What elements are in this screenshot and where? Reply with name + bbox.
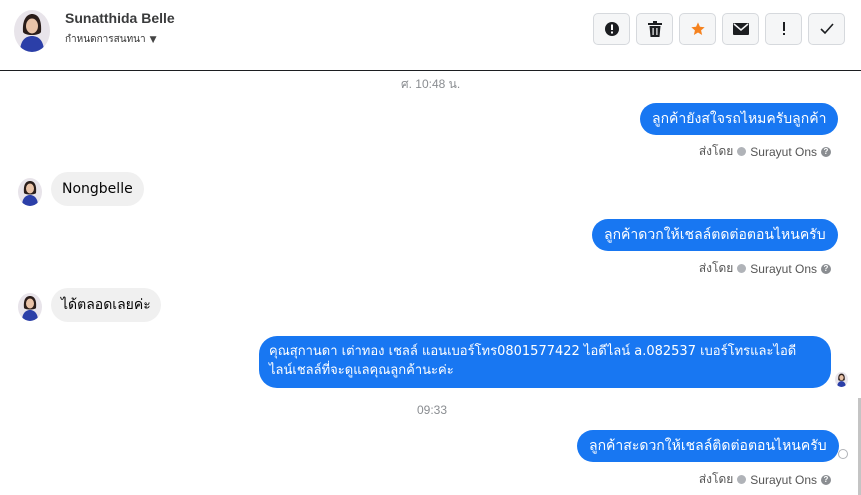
important-button[interactable] [765,13,802,45]
sender-name[interactable]: Surayut Ons [750,262,817,276]
sender-name[interactable]: Surayut Ons [750,145,817,159]
message-line: คุณสุกานดา เต่าทอง เชลล์ แอนเบอร์โทร0801… [269,344,797,359]
exclamation-icon [782,22,785,35]
help-icon[interactable]: ? [821,146,831,157]
trash-icon [647,21,662,37]
sent-status-icon [838,449,848,459]
outgoing-message[interactable]: คุณสุกานดา เต่าทอง เชลล์ แอนเบอร์โทร0801… [259,336,831,388]
envelope-icon [732,23,749,35]
contact-avatar-small [18,178,42,206]
assign-label: กำหนดการสนทนา [65,34,146,45]
star-button[interactable] [679,13,716,45]
sender-name[interactable]: Surayut Ons [750,473,817,487]
caret-down-icon: ▼ [149,35,157,45]
star-icon [690,22,705,35]
assign-conversation-dropdown[interactable]: กำหนดการสนทนา ▼ [65,32,157,47]
sent-by-label: ส่งโดย Surayut Ons? [699,142,831,161]
message-timestamp: 09:33 [417,403,448,417]
conversation-header: Sunatthida Belle กำหนดการสนทนา ▼ [0,0,861,71]
outgoing-message[interactable]: ลูกค้าดวกให้เชลล์ตดต่อตอนไหนครับ [592,219,838,251]
sent-by-label: ส่งโดย Surayut Ons? [699,259,831,278]
done-button[interactable] [808,13,845,45]
delete-button[interactable] [636,13,673,45]
sent-by-prefix: ส่งโดย [698,472,734,486]
sent-by-prefix: ส่งโดย [698,144,734,158]
sent-by-label: ส่งโดย Surayut Ons? [699,470,831,489]
check-icon [819,23,834,35]
sent-by-prefix: ส่งโดย [698,261,734,275]
mark-unread-button[interactable] [722,13,759,45]
help-icon[interactable]: ? [821,263,831,274]
contact-avatar-small [18,293,42,321]
message-line: ไลน์เชลล์ที่จะดูแลคุณลูกค้านะค่ะ [269,363,454,378]
alert-circle-icon [604,22,619,36]
help-icon[interactable]: ? [821,474,831,485]
page-icon [737,475,747,484]
seen-avatar [835,372,848,387]
page-icon [737,264,747,273]
incoming-message[interactable]: ได้ตลอดเลยค่ะ [51,288,161,322]
contact-avatar[interactable] [14,10,50,52]
outgoing-message[interactable]: ลูกค้าสะดวกให้เชลล์ติดต่อตอนไหนครับ [577,430,839,462]
spam-button[interactable] [593,13,630,45]
message-timestamp: ศ. 10:48 น. [401,77,461,91]
header-toolbar [593,13,845,45]
contact-name: Sunatthida Belle [65,10,175,26]
outgoing-message[interactable]: ลูกค้ายังสใจรถไหมครับลูกค้า [640,103,839,135]
incoming-message[interactable]: Nongbelle [51,172,144,206]
page-icon [737,147,747,156]
